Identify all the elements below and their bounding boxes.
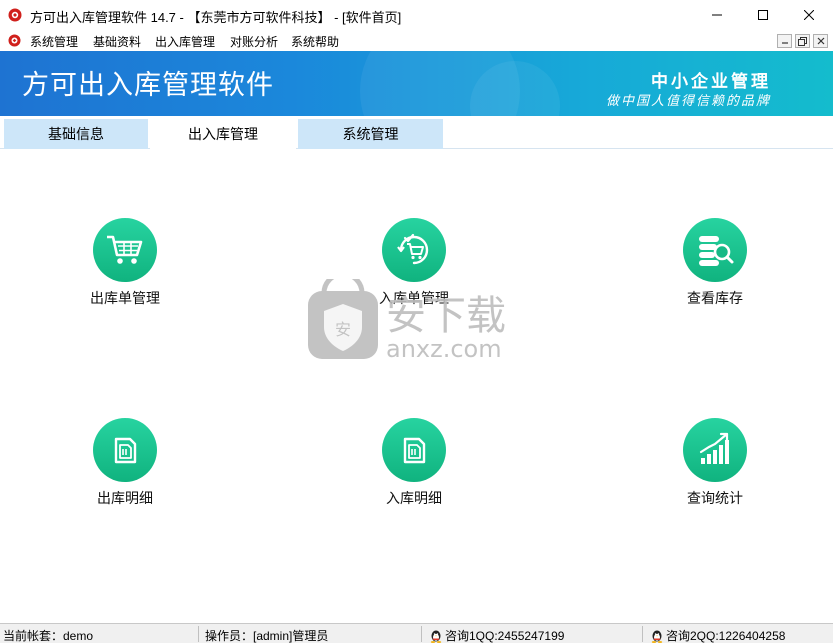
tile-label: 入库明细 [386,490,442,506]
tile-icon-circle [93,218,157,282]
tile-outbound-orders[interactable]: 出库单管理 [60,218,190,308]
status-qq1[interactable]: 咨询1QQ:2455247199 [429,627,564,644]
watermark-logo: 安 安下载 anxz.com [308,271,506,363]
close-icon [817,37,824,45]
minimize-icon [781,42,788,44]
window-title: 方可出入库管理软件 14.7 - 【东莞市方可软件科技】 - [软件首页] [30,10,402,25]
mdi-restore-button[interactable] [795,34,810,48]
close-icon [804,10,814,20]
header-banner: 方可出入库管理软件 中小企业管理 做中国人值得信赖的品牌 [0,51,833,116]
menu-basic-data[interactable]: 基础资料 [93,33,141,50]
watermark-badge: 安 [335,320,351,339]
stock-search-icon [699,236,734,266]
status-bar: 当前帐套：demo 操作员：[admin]管理员 咨询1QQ:245524719… [0,623,833,643]
restore-icon [798,36,807,46]
bar-chart-icon [699,432,729,464]
menu-bar: 系统管理 基础资料 出入库管理 对账分析 系统帮助 [0,30,833,51]
tile-view-stock[interactable]: 查看库存 [650,218,780,308]
watermark-text-en: anxz.com [386,335,502,363]
mdi-minimize-button[interactable] [777,34,792,48]
tab-bar: 基础信息 出入库管理 系统管理 [0,116,833,149]
tile-inbound-details[interactable]: 入库明细 [349,418,479,508]
menu-inout-management[interactable]: 出入库管理 [155,33,215,50]
close-button[interactable] [786,0,832,30]
menu-system[interactable]: 系统管理 [30,33,78,50]
status-qq2[interactable]: 咨询2QQ:1226404258 [650,627,785,644]
minimize-button[interactable] [694,0,740,30]
menu-help[interactable]: 系统帮助 [291,33,339,50]
mdi-close-button[interactable] [813,34,828,48]
tile-label: 出库明细 [97,490,153,506]
watermark: 安 安下载 anxz.com [306,271,526,364]
status-qq1-text: 咨询1QQ:2455247199 [445,629,565,643]
tile-label: 出库单管理 [90,290,160,306]
cart-check-icon [397,233,429,265]
tile-query-statistics[interactable]: 查询统计 [650,418,780,508]
tab-basic-info[interactable]: 基础信息 [4,119,148,149]
minimize-icon [712,14,722,16]
watermark-text-cn: 安下载 [386,293,506,339]
tile-icon-circle [93,418,157,482]
tile-icon-circle [382,218,446,282]
document-copy-icon [114,437,137,464]
title-bar: 方可出入库管理软件 14.7 - 【东莞市方可软件科技】 - [软件首页] [0,0,833,30]
tile-label: 查看库存 [687,290,743,306]
status-qq2-text: 咨询2QQ:1226404258 [666,629,786,643]
tile-outbound-details[interactable]: 出库明细 [60,418,190,508]
tile-label: 查询统计 [687,490,743,506]
menu-reconciliation[interactable]: 对账分析 [230,33,278,50]
status-divider [642,626,643,642]
tile-icon-circle [382,418,446,482]
app-logo-icon [8,8,22,22]
tile-icon-circle [683,218,747,282]
maximize-button[interactable] [740,0,786,30]
qq-penguin-icon [430,630,442,643]
tab-inout-management[interactable]: 出入库管理 [150,119,296,149]
main-panel: 出库单管理 入库单管理 查看库存 出库明细 入库明细 查询统计 安 安下载 an… [0,149,833,623]
status-operator: 操作员：[admin]管理员 [205,629,329,643]
maximize-icon [758,10,768,20]
brand-title: 方可出入库管理软件 [22,70,274,101]
document-copy-icon [403,437,426,464]
status-divider [421,626,422,642]
shopping-cart-icon [107,235,143,264]
slogan-primary: 中小企业管理 [651,72,771,92]
qq-penguin-icon [651,630,663,643]
app-menu-icon[interactable] [8,34,21,47]
slogan-secondary: 做中国人值得信赖的品牌 [605,94,771,109]
status-divider [198,626,199,642]
tile-icon-circle [683,418,747,482]
tab-system-management[interactable]: 系统管理 [298,119,443,149]
status-account: 当前帐套：demo [3,629,94,643]
